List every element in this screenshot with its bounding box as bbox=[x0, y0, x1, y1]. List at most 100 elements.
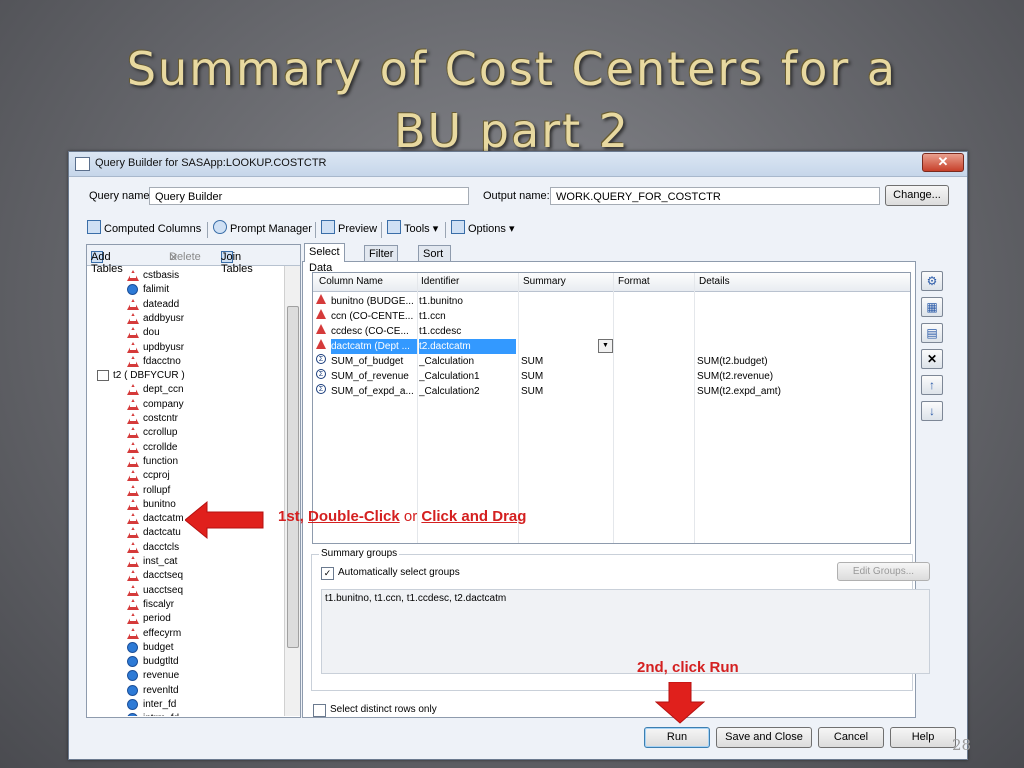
step1-annotation: 1st, Double-Click or Click and Drag bbox=[278, 508, 526, 525]
table-row[interactable]: ccn (CO-CENTE... t1.ccn bbox=[313, 309, 910, 324]
table-row[interactable]: dactcatm (Dept ... t2.dactcatm ▼ bbox=[313, 339, 910, 354]
slide-page-number: 28 bbox=[952, 736, 972, 754]
tools-icon bbox=[387, 220, 401, 234]
tab-sort-data[interactable]: Sort Data bbox=[418, 245, 452, 276]
computed-columns-button[interactable]: Computed Columns bbox=[87, 220, 201, 238]
cell-details[interactable]: SUM(t2.expd_amt) bbox=[697, 384, 897, 399]
cell-name[interactable]: ccdesc (CO-CE... bbox=[331, 324, 417, 339]
edit-groups-button[interactable]: Edit Groups... bbox=[837, 562, 930, 581]
preview-icon bbox=[321, 220, 335, 234]
cell-name[interactable]: dactcatm (Dept ... bbox=[331, 339, 417, 354]
tree-item-label: ccrollup bbox=[143, 427, 178, 439]
cell-name[interactable]: SUM_of_revenue bbox=[331, 369, 417, 384]
character-column-icon bbox=[127, 298, 139, 310]
scrollbar-thumb[interactable] bbox=[287, 306, 299, 648]
cell-details[interactable]: SUM(t2.revenue) bbox=[697, 369, 897, 384]
table-row[interactable]: Σ SUM_of_budget _Calculation SUM SUM(t2.budg… bbox=[313, 354, 910, 369]
tree-item-label: cstbasis bbox=[143, 270, 180, 281]
tree-item-label: updbyusr bbox=[143, 341, 185, 353]
cell-summary[interactable]: SUM bbox=[521, 384, 613, 399]
cell-name[interactable]: ccn (CO-CENTE... bbox=[331, 309, 417, 324]
help-button[interactable]: Help bbox=[890, 727, 956, 748]
column-header-name[interactable]: Column Name bbox=[319, 276, 383, 287]
move-down-icon[interactable]: ↓ bbox=[921, 401, 943, 421]
options-menu[interactable]: Options ▾ bbox=[451, 220, 515, 238]
tree-item-label: budgtltd bbox=[143, 656, 179, 668]
cell-summary[interactable]: SUM bbox=[521, 369, 613, 384]
save-and-close-button[interactable]: Save and Close bbox=[716, 727, 812, 748]
table-row[interactable]: ccdesc (CO-CE... t1.ccdesc bbox=[313, 324, 910, 339]
tables-toolbar: Add Tables ✕ Delete Join Tables bbox=[87, 245, 300, 275]
character-column-icon bbox=[127, 584, 139, 596]
table-icon bbox=[97, 370, 109, 382]
tree-item-label: addbyusr bbox=[143, 312, 185, 324]
cell-name[interactable]: SUM_of_budget bbox=[331, 354, 417, 369]
table-row[interactable]: bunitno (BUDGE... t1.bunitno bbox=[313, 294, 910, 309]
summary-groups-text: t1.bunitno, t1.ccn, t1.ccdesc, t2.dactca… bbox=[325, 593, 507, 604]
table-icon[interactable]: ▤ bbox=[921, 323, 943, 343]
column-header-details[interactable]: Details bbox=[699, 276, 730, 287]
query-name-input[interactable]: Query Builder bbox=[149, 187, 469, 205]
tree-item-label: falimit bbox=[143, 284, 170, 296]
character-column-icon bbox=[127, 556, 139, 567]
numeric-column-icon bbox=[127, 713, 138, 716]
character-column-icon bbox=[127, 598, 139, 610]
numeric-column-icon bbox=[127, 699, 138, 710]
column-header-identifier[interactable]: Identifier bbox=[421, 276, 459, 287]
character-column-icon bbox=[127, 541, 139, 553]
tree-item-label: company bbox=[143, 398, 184, 410]
calculator-icon[interactable]: ▦ bbox=[921, 297, 943, 317]
cell-identifier[interactable]: t1.ccdesc bbox=[419, 324, 516, 339]
cell-details[interactable]: SUM(t2.budget) bbox=[697, 354, 897, 369]
character-column-icon bbox=[127, 470, 139, 482]
table-row[interactable]: Σ SUM_of_revenue _Calculation1 SUM SUM(t2.re… bbox=[313, 369, 910, 384]
cell-identifier[interactable]: _Calculation bbox=[419, 354, 516, 369]
output-name-input[interactable]: WORK.QUERY_FOR_COSTCTR bbox=[550, 187, 880, 205]
run-button[interactable]: Run bbox=[644, 727, 710, 748]
cell-identifier[interactable]: t1.bunitno bbox=[419, 294, 516, 309]
preview-button[interactable]: Preview bbox=[321, 220, 377, 238]
cell-identifier[interactable]: t2.dactcatm bbox=[419, 339, 516, 354]
tree-item-label: effecyrm bbox=[143, 627, 182, 639]
auto-select-groups-checkbox[interactable]: ✓ bbox=[321, 567, 334, 580]
column-header-summary[interactable]: Summary bbox=[523, 276, 566, 287]
tab-filter-data[interactable]: Filter Data bbox=[364, 245, 399, 276]
grid-header: Column Name Identifier Summary Format De… bbox=[313, 273, 910, 292]
tree-item-label: dactcatm bbox=[143, 513, 184, 525]
change-button[interactable]: Change... bbox=[885, 185, 949, 206]
character-column-icon bbox=[127, 613, 139, 625]
column-header-format[interactable]: Format bbox=[618, 276, 650, 287]
cell-identifier[interactable]: t1.ccn bbox=[419, 309, 516, 324]
cancel-button[interactable]: Cancel bbox=[818, 727, 884, 748]
cell-summary[interactable]: SUM bbox=[521, 354, 613, 369]
character-column-icon bbox=[316, 294, 326, 304]
step1-click-drag: Click and Drag bbox=[421, 508, 527, 525]
close-button[interactable]: ✕ bbox=[922, 153, 964, 172]
summary-dropdown-chevron-icon[interactable]: ▼ bbox=[598, 339, 613, 353]
character-column-icon bbox=[127, 513, 139, 525]
move-up-icon[interactable]: ↑ bbox=[921, 375, 943, 395]
tree-scrollbar[interactable] bbox=[284, 266, 300, 716]
distinct-rows-checkbox[interactable] bbox=[313, 704, 326, 717]
tree-item-label: revenltd bbox=[143, 684, 179, 696]
table-row[interactable]: Σ SUM_of_expd_a... _Calculation2 SUM SUM(t2.… bbox=[313, 384, 910, 399]
cell-name[interactable]: bunitno (BUDGE... bbox=[331, 294, 417, 309]
properties-icon[interactable]: ⚙ bbox=[921, 271, 943, 291]
cell-name[interactable]: SUM_of_expd_a... bbox=[331, 384, 417, 399]
delete-x-icon[interactable]: ✕ bbox=[921, 349, 943, 369]
numeric-column-icon bbox=[127, 670, 138, 682]
query-builder-window: Query Builder for SASApp:LOOKUP.COSTCTR … bbox=[68, 151, 968, 760]
tab-select-data[interactable]: Select Data bbox=[304, 243, 345, 274]
tree-item-label: dacctseq bbox=[143, 570, 184, 582]
character-column-icon bbox=[127, 427, 139, 439]
cell-identifier[interactable]: _Calculation1 bbox=[419, 369, 516, 384]
cell-identifier[interactable]: _Calculation2 bbox=[419, 384, 516, 399]
character-column-icon bbox=[127, 455, 139, 467]
prompt-manager-button[interactable]: Prompt Manager bbox=[213, 220, 312, 238]
slide-title-line1: Summary of Cost Centers for a bbox=[126, 42, 898, 96]
chevron-down-icon: ▾ bbox=[432, 223, 439, 235]
character-column-icon bbox=[127, 413, 139, 424]
select-data-panel: Column Name Identifier Summary Format De… bbox=[302, 261, 930, 718]
summary-groups-title: Summary groups bbox=[319, 548, 400, 559]
tools-menu[interactable]: Tools ▾ bbox=[387, 220, 438, 238]
